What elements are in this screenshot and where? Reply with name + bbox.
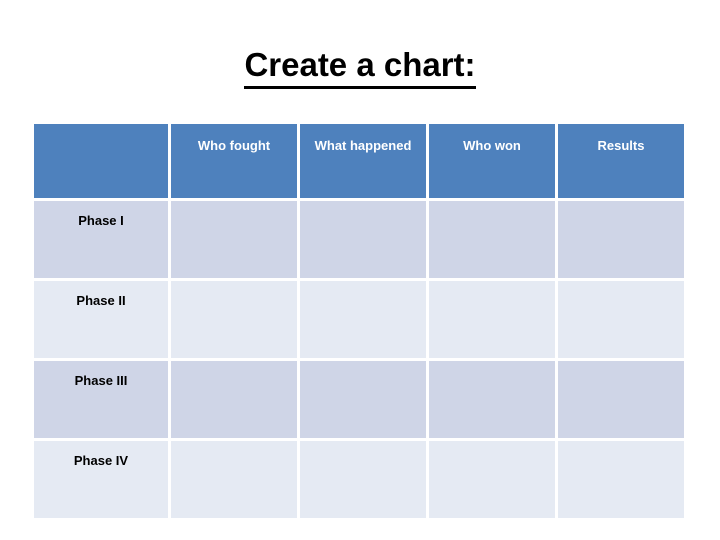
cell-phase-ii-results[interactable] (558, 281, 684, 358)
cell-phase-iii-who-fought[interactable] (171, 361, 297, 438)
cell-phase-iii-what-happened[interactable] (300, 361, 426, 438)
table-header-row: Who fought What happened Who won Results (34, 124, 684, 198)
cell-phase-iv-who-fought[interactable] (171, 441, 297, 518)
table-row: Phase IV (34, 441, 684, 518)
row-label-phase-iii: Phase III (34, 361, 168, 438)
cell-phase-i-results[interactable] (558, 201, 684, 278)
table-header-cell-what-happened: What happened (300, 124, 426, 198)
table-header-cell-who-won: Who won (429, 124, 555, 198)
table-header: Who fought What happened Who won Results (34, 124, 684, 198)
table-header-cell-results: Results (558, 124, 684, 198)
cell-phase-iv-results[interactable] (558, 441, 684, 518)
cell-phase-i-what-happened[interactable] (300, 201, 426, 278)
cell-phase-ii-who-won[interactable] (429, 281, 555, 358)
page-title-text: Create a chart: (244, 45, 476, 89)
slide-canvas: { "slide": { "title": "Create a chart:" … (0, 0, 720, 540)
table-header-cell-corner (34, 124, 168, 198)
row-label-phase-i: Phase I (34, 201, 168, 278)
table-header-cell-who-fought: Who fought (171, 124, 297, 198)
table-row: Phase II (34, 281, 684, 358)
chart-table: Who fought What happened Who won Results… (31, 121, 687, 521)
table-row: Phase I (34, 201, 684, 278)
cell-phase-iv-who-won[interactable] (429, 441, 555, 518)
row-label-phase-ii: Phase II (34, 281, 168, 358)
table-row: Phase III (34, 361, 684, 438)
cell-phase-iii-results[interactable] (558, 361, 684, 438)
cell-phase-iv-what-happened[interactable] (300, 441, 426, 518)
cell-phase-iii-who-won[interactable] (429, 361, 555, 438)
cell-phase-i-who-fought[interactable] (171, 201, 297, 278)
cell-phase-ii-what-happened[interactable] (300, 281, 426, 358)
cell-phase-ii-who-fought[interactable] (171, 281, 297, 358)
row-label-phase-iv: Phase IV (34, 441, 168, 518)
cell-phase-i-who-won[interactable] (429, 201, 555, 278)
page-title: Create a chart: (0, 45, 720, 89)
table-body: Phase I Phase II Phase III Phase IV (34, 201, 684, 518)
